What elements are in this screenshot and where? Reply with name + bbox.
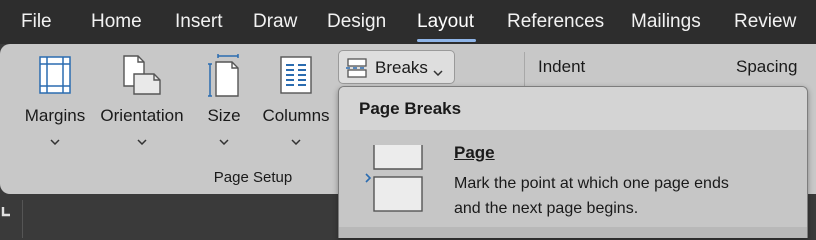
- tab-stop-icon[interactable]: [0, 204, 12, 218]
- size-label: Size: [207, 106, 241, 125]
- page-break-title: Page: [454, 143, 495, 162]
- chevron-down-icon: [137, 132, 147, 150]
- breaks-button[interactable]: Breaks: [338, 50, 455, 84]
- columns-icon: [278, 54, 314, 101]
- size-icon: [204, 54, 244, 103]
- columns-label: Columns: [262, 106, 330, 125]
- page-break-option[interactable]: Page Mark the point at which one page en…: [339, 130, 807, 227]
- menu-bar: File Home Insert Draw Design Layout Refe…: [0, 0, 816, 44]
- tab-review[interactable]: Review: [734, 9, 796, 35]
- description-line: and the next page begins.: [454, 200, 639, 217]
- size-button[interactable]: Size: [196, 54, 252, 152]
- page-setup-group-label: Page Setup: [213, 169, 293, 186]
- chevron-down-icon: [291, 132, 301, 150]
- description-line: Mark the point at which one page ends: [454, 175, 729, 192]
- page-break-description: Mark the point at which one page ends an…: [454, 171, 794, 221]
- orientation-icon: [120, 54, 164, 101]
- tab-mailings[interactable]: Mailings: [631, 9, 701, 35]
- orientation-label: Orientation: [100, 106, 184, 125]
- columns-button[interactable]: Columns: [258, 54, 334, 152]
- dropdown-next-item: [339, 227, 807, 238]
- breaks-label: Breaks: [375, 58, 428, 77]
- margins-label: Margins: [24, 106, 86, 125]
- margins-icon: [37, 54, 73, 101]
- breaks-dropdown: Page Breaks Page Mark the point at which…: [338, 86, 808, 238]
- breaks-icon: [345, 58, 369, 83]
- tab-home[interactable]: Home: [91, 9, 142, 35]
- chevron-down-icon: [433, 63, 443, 81]
- chevron-down-icon: [50, 132, 60, 150]
- tab-insert[interactable]: Insert: [175, 9, 223, 35]
- page-breaks-heading: Page Breaks: [359, 99, 462, 118]
- tab-references[interactable]: References: [507, 9, 604, 35]
- tab-layout[interactable]: Layout: [417, 9, 474, 35]
- chevron-down-icon: [219, 132, 229, 150]
- page-break-icon: [372, 143, 424, 218]
- page-edge-line: [22, 200, 23, 238]
- indent-label: Indent: [538, 57, 586, 76]
- selection-marker-icon: [364, 170, 372, 188]
- dropdown-section-header: Page Breaks: [339, 87, 807, 130]
- margins-button[interactable]: Margins: [18, 54, 92, 152]
- tab-file[interactable]: File: [21, 9, 52, 35]
- spacing-label: Spacing: [736, 57, 798, 76]
- active-tab-indicator: [417, 39, 476, 42]
- tab-design[interactable]: Design: [327, 9, 386, 35]
- orientation-button[interactable]: Orientation: [96, 54, 188, 152]
- tab-draw[interactable]: Draw: [253, 9, 297, 35]
